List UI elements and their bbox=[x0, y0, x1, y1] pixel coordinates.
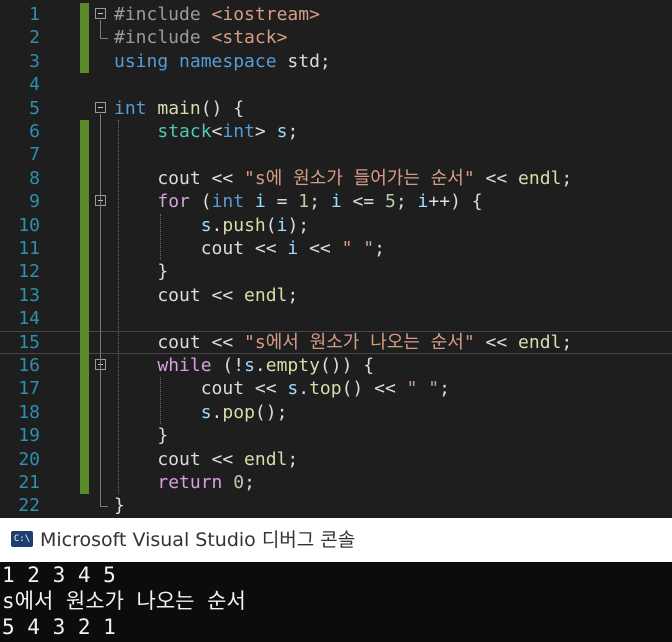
code-text: cout << "s에서 원소가 나오는 순서" << endl; bbox=[114, 331, 573, 353]
code-text: s.pop(); bbox=[200, 401, 288, 423]
change-indicator bbox=[80, 190, 89, 214]
change-indicator bbox=[80, 283, 89, 308]
change-indicator bbox=[80, 424, 89, 448]
indent-guide bbox=[160, 213, 161, 261]
console-app-icon: C:\ bbox=[11, 531, 33, 547]
code-text: while (!s.empty()) { bbox=[157, 355, 375, 376]
line-number: 20 bbox=[18, 448, 40, 470]
outline-end bbox=[100, 506, 108, 508]
code-text: cout << s.top() << " "; bbox=[114, 378, 450, 400]
line-number: 4 bbox=[29, 74, 40, 96]
console-title-bar: C:\ Microsoft Visual Studio 디버그 콘솔 bbox=[0, 518, 672, 562]
code-text: } bbox=[114, 425, 169, 447]
change-indicator bbox=[80, 143, 89, 167]
change-indicator bbox=[80, 237, 89, 261]
console-output-line: s에서 원소가 나오는 순서 bbox=[2, 589, 246, 613]
console-output[interactable]: 1 2 3 4 5 s에서 원소가 나오는 순서 5 4 3 2 1 bbox=[0, 562, 672, 642]
change-indicator bbox=[80, 120, 89, 144]
line-number: 19 bbox=[18, 425, 40, 447]
change-indicator bbox=[80, 377, 89, 401]
line-number: 8 bbox=[29, 167, 40, 189]
code-text: cout << endl; bbox=[114, 284, 299, 306]
line-number: 1 bbox=[29, 4, 40, 25]
change-indicator bbox=[80, 26, 89, 50]
line-number: 16 bbox=[18, 355, 40, 376]
line-number: 3 bbox=[29, 50, 40, 72]
collapse-toggle-icon[interactable] bbox=[95, 101, 106, 113]
code-text: #include <stack> bbox=[114, 27, 288, 49]
line-number: 9 bbox=[29, 191, 40, 213]
change-indicator bbox=[80, 260, 89, 284]
change-indicator bbox=[80, 213, 89, 237]
change-indicator bbox=[80, 354, 89, 378]
outline-line bbox=[100, 113, 101, 507]
line-number: 10 bbox=[18, 214, 40, 236]
line-number: 5 bbox=[29, 97, 40, 119]
indent-guide bbox=[160, 377, 161, 425]
code-text: #include <iostream> bbox=[114, 4, 320, 25]
line-number: 15 bbox=[18, 331, 40, 353]
console-output-line: 5 4 3 2 1 bbox=[2, 615, 116, 639]
change-indicator bbox=[80, 307, 89, 331]
code-text: cout << endl; bbox=[114, 448, 299, 470]
code-text: } bbox=[114, 495, 125, 517]
change-indicator bbox=[80, 49, 89, 74]
code-text: cout << i << " "; bbox=[114, 238, 385, 259]
change-indicator bbox=[80, 166, 89, 191]
change-indicator bbox=[80, 3, 89, 27]
console-output-line: 1 2 3 4 5 bbox=[2, 563, 116, 587]
console-title: Microsoft Visual Studio 디버그 콘솔 bbox=[40, 529, 356, 551]
code-text: s.push(i); bbox=[200, 214, 310, 236]
outline-end bbox=[100, 38, 108, 40]
line-number: 13 bbox=[18, 284, 40, 306]
outline-line bbox=[100, 20, 101, 39]
line-number: 18 bbox=[18, 401, 40, 423]
line-number: 21 bbox=[18, 472, 40, 493]
code-text: cout << "s에 원소가 들어가는 순서" << endl; bbox=[114, 167, 573, 189]
code-text: int main() { bbox=[114, 97, 245, 119]
line-number: 14 bbox=[18, 308, 40, 330]
change-indicator bbox=[80, 400, 89, 425]
line-number: 6 bbox=[29, 121, 40, 142]
code-text: } bbox=[114, 261, 169, 283]
line-number: 17 bbox=[18, 378, 40, 400]
code-line[interactable]: 4 bbox=[0, 73, 672, 96]
line-number: 12 bbox=[18, 261, 40, 283]
change-indicator bbox=[80, 471, 89, 495]
line-number: 7 bbox=[29, 144, 40, 166]
code-text: stack<int> s; bbox=[157, 121, 299, 142]
line-number: 2 bbox=[29, 27, 40, 49]
line-number: 11 bbox=[18, 238, 40, 259]
code-line[interactable]: 3 using namespace std; bbox=[0, 49, 672, 74]
change-indicator bbox=[80, 330, 89, 354]
change-indicator bbox=[80, 447, 89, 471]
line-number: 22 bbox=[18, 495, 40, 517]
code-editor[interactable]: 1 #include <iostream> 2 #include <stack> 3 us… bbox=[0, 0, 672, 518]
collapse-toggle-icon[interactable] bbox=[95, 8, 106, 19]
code-text: using namespace std; bbox=[114, 50, 331, 72]
code-text: return 0; bbox=[157, 472, 255, 493]
indent-guide bbox=[118, 120, 119, 495]
code-text: for (int i = 1; i <= 5; i++) { bbox=[157, 191, 483, 213]
